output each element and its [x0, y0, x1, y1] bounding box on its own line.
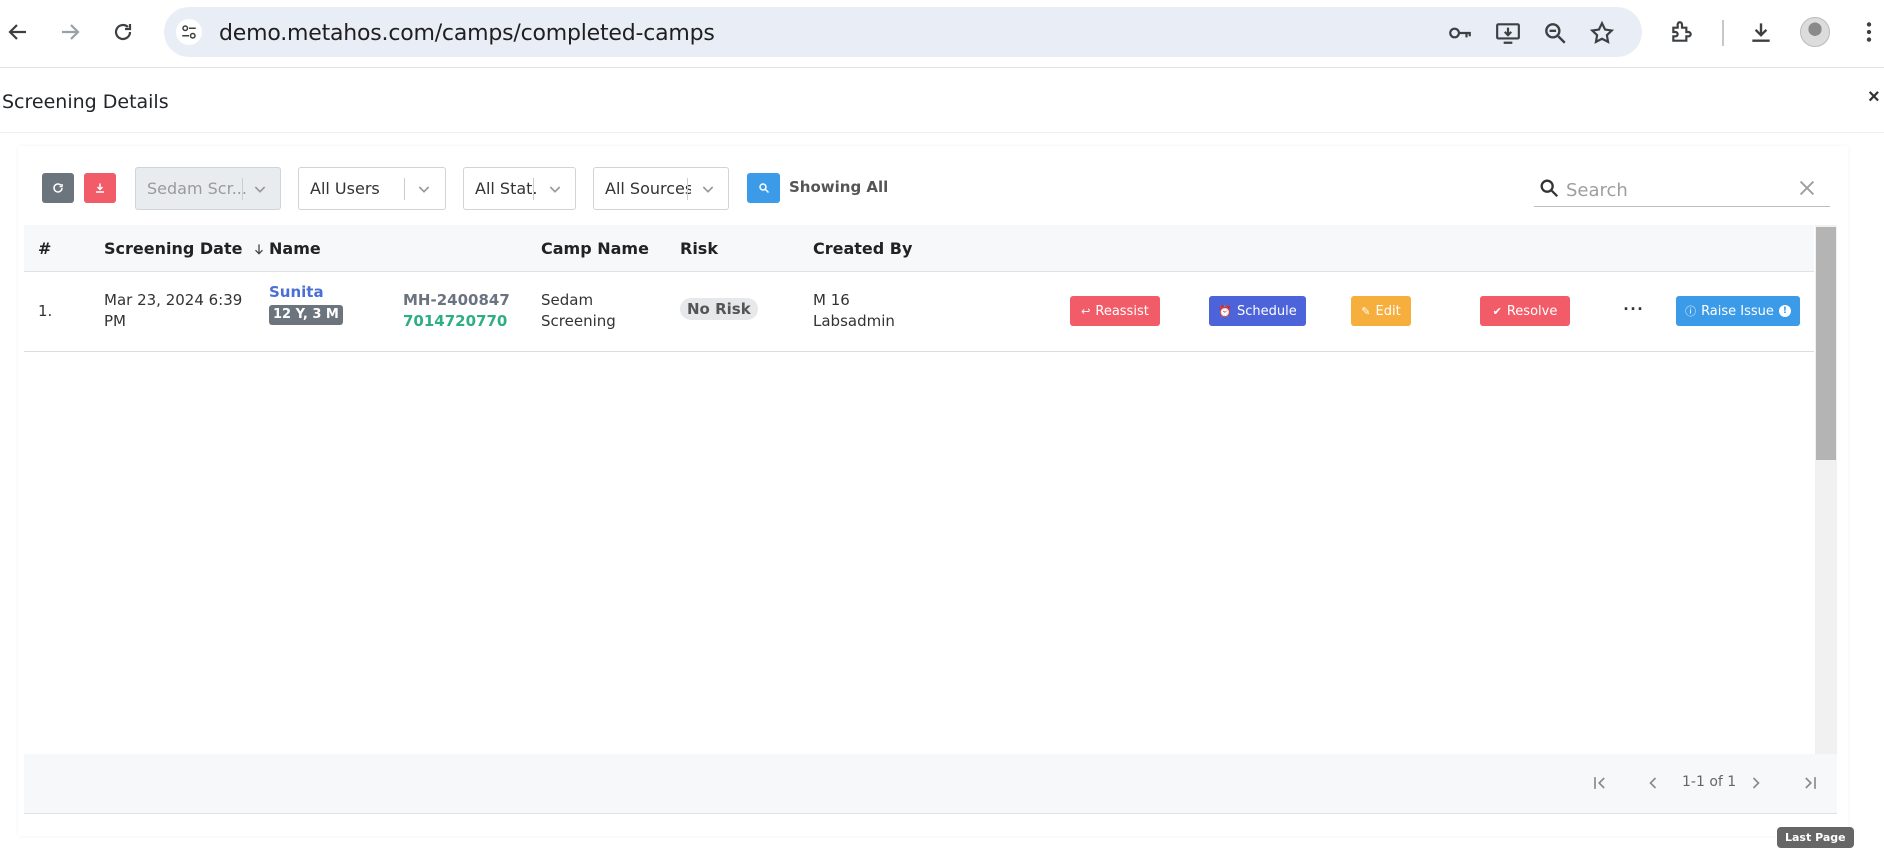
- camp-name-cell: Sedam Screening: [541, 290, 616, 332]
- close-icon[interactable]: ×: [1868, 86, 1880, 109]
- alert-icon: !: [1778, 305, 1791, 317]
- col-name: Name: [269, 239, 321, 258]
- search-input[interactable]: [1566, 177, 1786, 203]
- users-select-value: All Users: [310, 179, 380, 198]
- edit-label: Edit: [1375, 303, 1401, 319]
- showing-label: Showing All: [789, 178, 889, 196]
- sources-select[interactable]: All Sources: [593, 167, 729, 210]
- site-info-icon[interactable]: [176, 19, 202, 45]
- edit-icon: ✎: [1361, 304, 1371, 318]
- resolve-label: Resolve: [1506, 303, 1558, 319]
- patient-name-link[interactable]: Sunita: [269, 282, 343, 303]
- download-icon: [96, 183, 104, 193]
- next-page-icon[interactable]: [1745, 772, 1767, 794]
- redo-arrow-icon: ↩: [1081, 304, 1091, 318]
- table-row[interactable]: 1. Mar 23, 2024 6:39 PM Sunita 12 Y, 3 M…: [24, 273, 1814, 352]
- created-line-1: M 16: [813, 291, 850, 309]
- col-screening-date-label: Screening Date: [104, 239, 243, 258]
- schedule-button[interactable]: ⏰ Schedule: [1209, 296, 1306, 326]
- search-icon: [1540, 179, 1559, 198]
- col-created-by: Created By: [813, 239, 913, 258]
- col-camp-name: Camp Name: [541, 239, 649, 258]
- raise-issue-label: Raise Issue: [1701, 303, 1774, 319]
- status-select-value: All Stat...: [475, 179, 537, 198]
- forward-icon[interactable]: [52, 14, 88, 50]
- zoom-icon[interactable]: [1541, 19, 1569, 47]
- status-select[interactable]: All Stat...: [463, 167, 576, 210]
- chevron-down-icon: [702, 186, 714, 193]
- back-icon[interactable]: [0, 14, 36, 50]
- browser-menu-icon[interactable]: [1854, 17, 1884, 47]
- select-separator: [533, 178, 534, 200]
- url-text[interactable]: demo.metahos.com/camps/completed-camps: [219, 21, 715, 46]
- password-key-icon[interactable]: [1446, 19, 1474, 47]
- first-page-icon[interactable]: [1589, 772, 1611, 794]
- check-icon: ✔: [1492, 304, 1502, 318]
- extensions-icon[interactable]: [1667, 17, 1697, 47]
- pagination-info: 1-1 of 1: [1682, 774, 1737, 790]
- last-page-icon[interactable]: [1799, 772, 1821, 794]
- select-separator: [242, 178, 243, 200]
- date-line-2: PM: [104, 312, 126, 330]
- dialog-title: Screening Details: [2, 91, 169, 113]
- reassist-button[interactable]: ↩ Reassist: [1070, 296, 1160, 326]
- sort-arrow-down-icon[interactable]: [252, 242, 266, 256]
- phone-number: 7014720770: [403, 312, 508, 330]
- chevron-down-icon: [254, 186, 266, 193]
- resolve-button[interactable]: ✔ Resolve: [1480, 296, 1570, 326]
- profile-avatar[interactable]: [1800, 17, 1830, 47]
- address-bar[interactable]: demo.metahos.com/camps/completed-camps: [164, 7, 1642, 57]
- browser-toolbar: demo.metahos.com/camps/completed-camps: [0, 0, 1884, 68]
- created-line-2: Labsadmin: [813, 312, 895, 330]
- sources-select-value: All Sources: [605, 179, 691, 198]
- last-page-tooltip: Last Page: [1777, 827, 1854, 848]
- more-options-icon[interactable]: ···: [1620, 299, 1648, 321]
- mrn-number: MH-2400847: [403, 291, 510, 309]
- date-line-1: Mar 23, 2024 6:39: [104, 291, 243, 309]
- toolbar-divider: [1722, 20, 1724, 46]
- col-risk: Risk: [680, 239, 718, 258]
- users-select[interactable]: All Users: [298, 167, 446, 210]
- chevron-down-icon: [418, 186, 430, 193]
- age-badge: 12 Y, 3 M: [269, 305, 343, 325]
- apply-filter-button[interactable]: [747, 173, 780, 203]
- raise-issue-button[interactable]: ⓘ Raise Issue !: [1676, 296, 1800, 326]
- alarm-clock-icon: ⏰: [1218, 304, 1232, 318]
- screening-date: Mar 23, 2024 6:39 PM: [104, 290, 242, 332]
- reload-icon[interactable]: [105, 14, 141, 50]
- clear-icon[interactable]: [1796, 177, 1818, 199]
- header-divider: [0, 132, 1884, 133]
- install-app-icon[interactable]: [1494, 19, 1522, 47]
- risk-badge: No Risk: [680, 298, 758, 320]
- select-separator: [687, 178, 688, 200]
- export-button[interactable]: [84, 173, 116, 203]
- refresh-button[interactable]: [42, 173, 74, 203]
- reassist-label: Reassist: [1095, 303, 1149, 319]
- camp-select-value: Sedam Scr...: [147, 179, 247, 198]
- select-separator: [404, 178, 405, 200]
- table-footer: 1-1 of 1: [24, 754, 1837, 814]
- camp-line-1: Sedam: [541, 291, 594, 309]
- prev-page-icon[interactable]: [1642, 772, 1664, 794]
- patient-id-cell: MH-2400847 7014720770: [403, 290, 510, 332]
- camp-select[interactable]: Sedam Scr...: [135, 167, 281, 210]
- scrollbar-thumb[interactable]: [1816, 227, 1836, 460]
- search-field[interactable]: [1534, 173, 1830, 207]
- camp-line-2: Screening: [541, 312, 616, 330]
- download-icon[interactable]: [1746, 17, 1776, 47]
- table-header: # Screening Date Name Camp Name Risk Cre…: [24, 225, 1814, 272]
- created-by-cell: M 16 Labsadmin: [813, 290, 895, 332]
- chevron-down-icon: [549, 186, 561, 193]
- search-icon: [758, 183, 769, 194]
- bookmark-star-icon[interactable]: [1588, 19, 1616, 47]
- refresh-icon: [53, 183, 63, 193]
- edit-button[interactable]: ✎ Edit: [1351, 296, 1411, 326]
- col-index: #: [38, 239, 52, 258]
- info-circle-icon: ⓘ: [1685, 305, 1697, 318]
- row-index: 1.: [38, 302, 53, 320]
- patient-name-cell: Sunita 12 Y, 3 M: [269, 282, 343, 325]
- col-screening-date[interactable]: Screening Date: [104, 239, 266, 258]
- schedule-label: Schedule: [1236, 303, 1297, 319]
